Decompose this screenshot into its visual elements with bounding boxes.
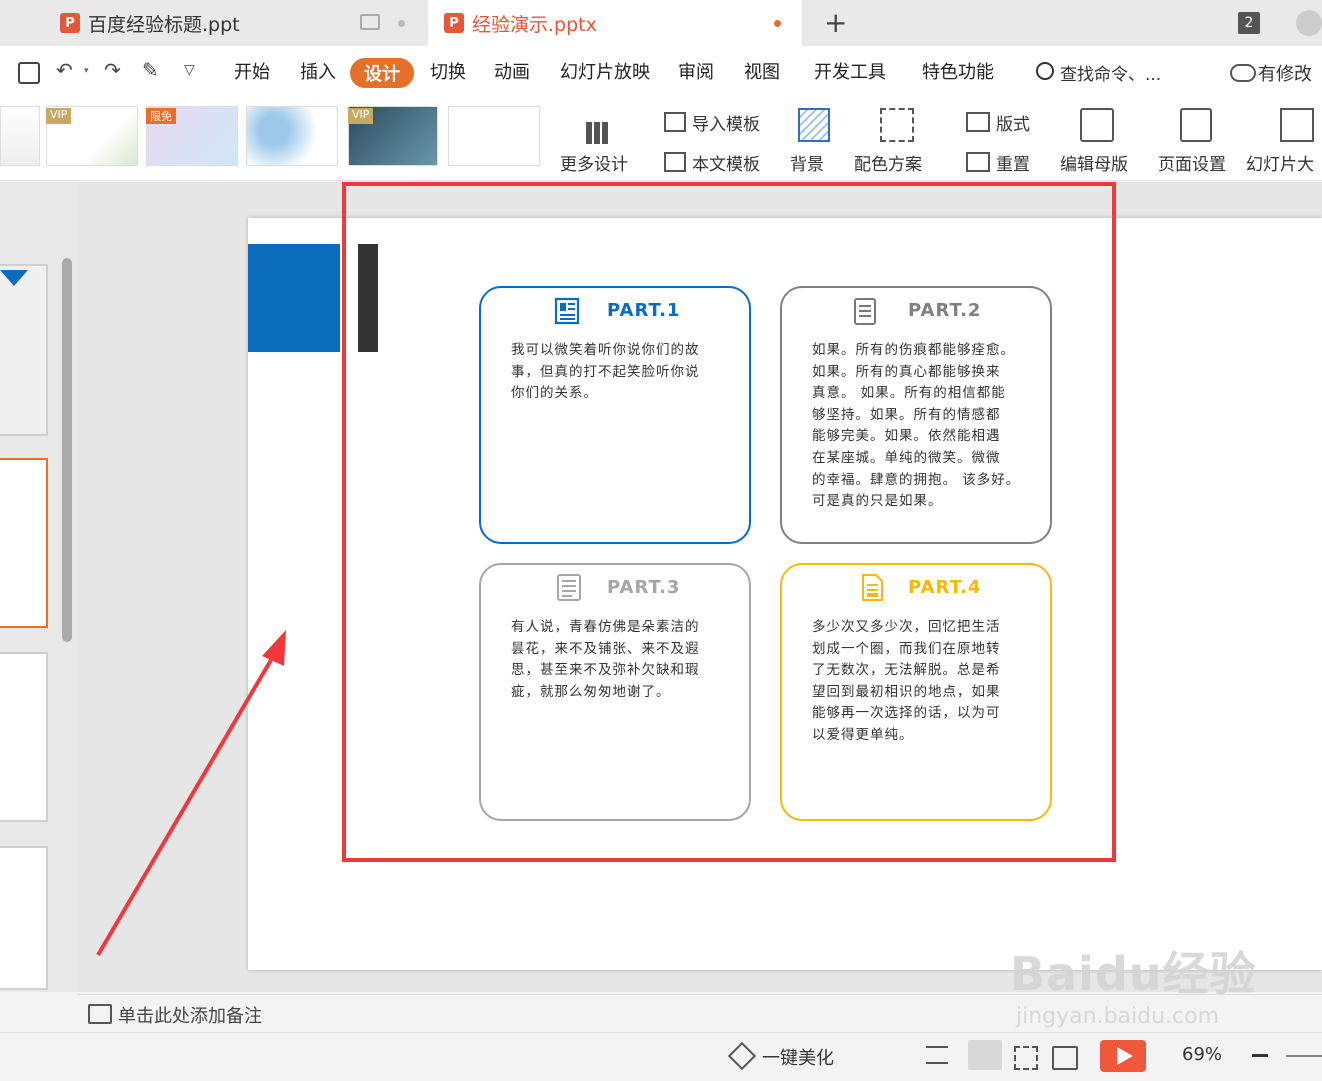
- menu-slideshow[interactable]: 幻灯片放映: [560, 58, 650, 84]
- one-click-beautify-button[interactable]: 一键美化: [762, 1044, 834, 1070]
- zoom-out-button[interactable]: [1252, 1054, 1268, 1057]
- edit-master-button[interactable]: 编辑母版: [1060, 150, 1128, 175]
- avatar[interactable]: [1296, 10, 1322, 36]
- menu-view[interactable]: 视图: [744, 58, 780, 84]
- import-template-button[interactable]: 导入模板: [692, 110, 760, 135]
- grid-icon: [586, 122, 608, 144]
- notes-placeholder[interactable]: 单击此处添加备注: [118, 1002, 262, 1028]
- highlight-box: [342, 182, 1116, 862]
- notes-toggle-icon[interactable]: [926, 1046, 948, 1064]
- thumbnail-scrollbar[interactable]: [62, 258, 72, 642]
- design-template-thumb[interactable]: [448, 106, 540, 166]
- slide-thumbnail[interactable]: [0, 264, 48, 436]
- slide-thumbnail[interactable]: [0, 652, 48, 822]
- slide-thumbnail-selected[interactable]: [0, 458, 48, 628]
- slide-thumbnail-marker: [0, 270, 28, 286]
- undo-dropdown-icon[interactable]: ▾: [84, 66, 89, 76]
- redo-icon[interactable]: ↷: [104, 58, 121, 82]
- reset-button[interactable]: 重置: [996, 150, 1030, 175]
- tab-counter[interactable]: 2: [1238, 12, 1260, 34]
- revise-status[interactable]: 有修改: [1258, 60, 1312, 86]
- reset-icon: [966, 152, 990, 172]
- more-design-button[interactable]: 更多设计: [560, 150, 628, 175]
- menu-special[interactable]: 特色功能: [922, 58, 994, 84]
- text-template-button[interactable]: 本文模板: [692, 150, 760, 175]
- quick-access-more-icon[interactable]: ▽: [184, 62, 195, 78]
- tab-status-dot: [398, 20, 405, 27]
- vip-badge: VIP: [348, 108, 374, 124]
- print-preview-icon[interactable]: [18, 62, 40, 84]
- red-arrow-annotation: [96, 630, 286, 957]
- search-icon[interactable]: [1036, 62, 1054, 80]
- page-setup-button[interactable]: 页面设置: [1158, 150, 1226, 175]
- text-template-icon: [664, 152, 686, 172]
- watermark-brand: Baidu经验: [1010, 947, 1257, 1001]
- layout-icon: [966, 112, 990, 132]
- design-template-thumb[interactable]: [0, 106, 40, 166]
- import-template-icon: [664, 112, 686, 132]
- menu-review[interactable]: 审阅: [678, 58, 714, 84]
- zoom-slider[interactable]: [1286, 1055, 1322, 1057]
- format-painter-icon[interactable]: ✎: [142, 58, 159, 82]
- slide-sorter-icon[interactable]: [1014, 1046, 1038, 1070]
- tab-document-1[interactable]: P 百度经验标题.ppt: [60, 0, 420, 46]
- background-icon: [798, 108, 830, 142]
- slide-size-button[interactable]: 幻灯片大: [1246, 150, 1314, 175]
- play-icon: [1117, 1047, 1133, 1065]
- menu-animation[interactable]: 动画: [494, 58, 530, 84]
- blue-accent-bar: [248, 244, 340, 352]
- layout-button[interactable]: 版式: [996, 110, 1030, 135]
- menu-insert[interactable]: 插入: [300, 58, 336, 84]
- ppt-file-icon: P: [60, 13, 80, 33]
- menu-developer[interactable]: 开发工具: [814, 58, 886, 84]
- new-tab-button[interactable]: +: [824, 6, 847, 39]
- slide-thumbnail[interactable]: [0, 846, 48, 990]
- tab-label: 百度经验标题.ppt: [88, 13, 240, 36]
- baidu-watermark: Baidu经验 jingyan.baidu.com: [1010, 938, 1310, 1048]
- design-template-thumb[interactable]: [246, 106, 338, 166]
- vip-badge: VIP: [46, 108, 72, 124]
- tab-label: 经验演示.pptx: [472, 13, 597, 36]
- normal-view-icon[interactable]: [968, 1040, 1002, 1070]
- menu-transition[interactable]: 切换: [430, 58, 466, 84]
- background-button[interactable]: 背景: [790, 150, 824, 175]
- present-icon[interactable]: [360, 14, 380, 30]
- tab-document-2-active[interactable]: P 经验演示.pptx: [428, 0, 802, 46]
- search-command[interactable]: 查找命令、...: [1060, 60, 1161, 85]
- reading-view-icon[interactable]: [1052, 1046, 1078, 1070]
- color-scheme-icon: [880, 108, 914, 142]
- menu-start[interactable]: 开始: [234, 58, 270, 84]
- ppt-file-icon: P: [444, 13, 464, 33]
- free-badge: 限免: [146, 108, 176, 124]
- menu-design-active[interactable]: 设计: [350, 58, 414, 88]
- page-setup-icon: [1180, 108, 1212, 142]
- edit-master-icon: [1080, 108, 1114, 142]
- unsaved-dot: [774, 20, 781, 27]
- comment-icon: [88, 1004, 112, 1024]
- slide-size-icon: [1280, 108, 1314, 142]
- cloud-icon: [1230, 64, 1256, 82]
- watermark-url: jingyan.baidu.com: [1016, 1004, 1220, 1029]
- color-scheme-button[interactable]: 配色方案: [854, 150, 922, 175]
- undo-icon[interactable]: ↶: [56, 58, 73, 82]
